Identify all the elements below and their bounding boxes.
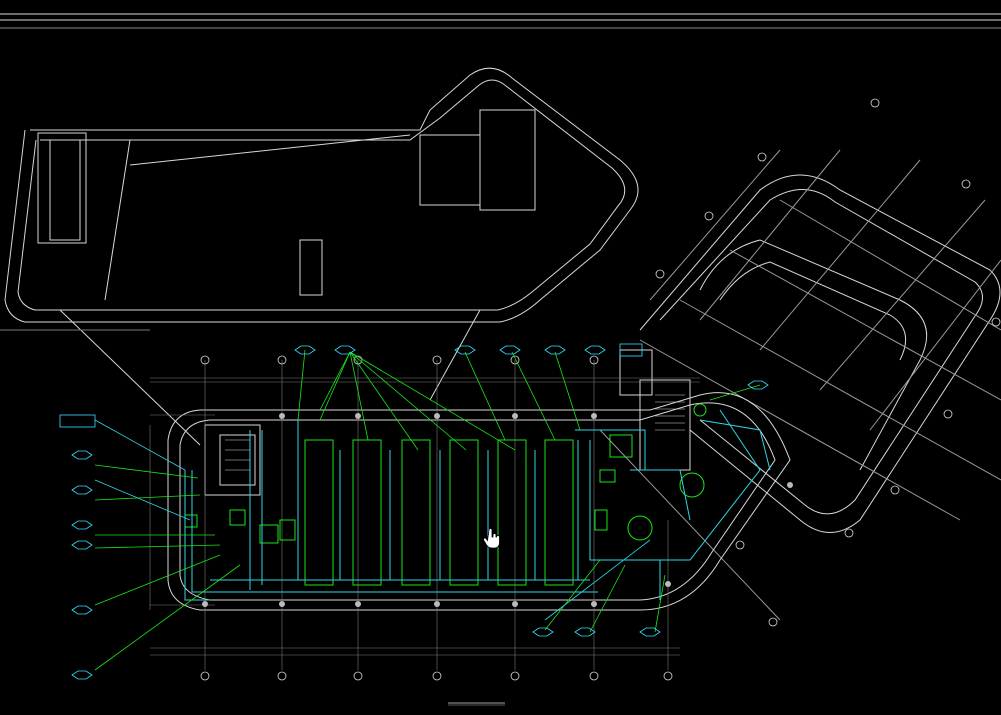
callout-leader-lines: [94, 349, 761, 671]
upper-building-outline: [0, 67, 639, 446]
cad-drawing-canvas[interactable]: [0, 0, 1001, 715]
main-floor-plan: [167, 349, 791, 611]
right-wing-outline: [599, 149, 1001, 621]
hvac-equipment-green: [184, 403, 707, 586]
equipment-tags: [59, 343, 769, 680]
callout-leader-lines-cyan: [94, 419, 651, 621]
hand-pointer-icon: [483, 528, 500, 549]
title-frame-lines: [0, 13, 1001, 29]
stair-symbol: [225, 394, 685, 471]
grid-bubbles-bottom: [200, 98, 1001, 681]
drawing-title-block: [448, 702, 505, 706]
structural-grid: [149, 360, 700, 670]
